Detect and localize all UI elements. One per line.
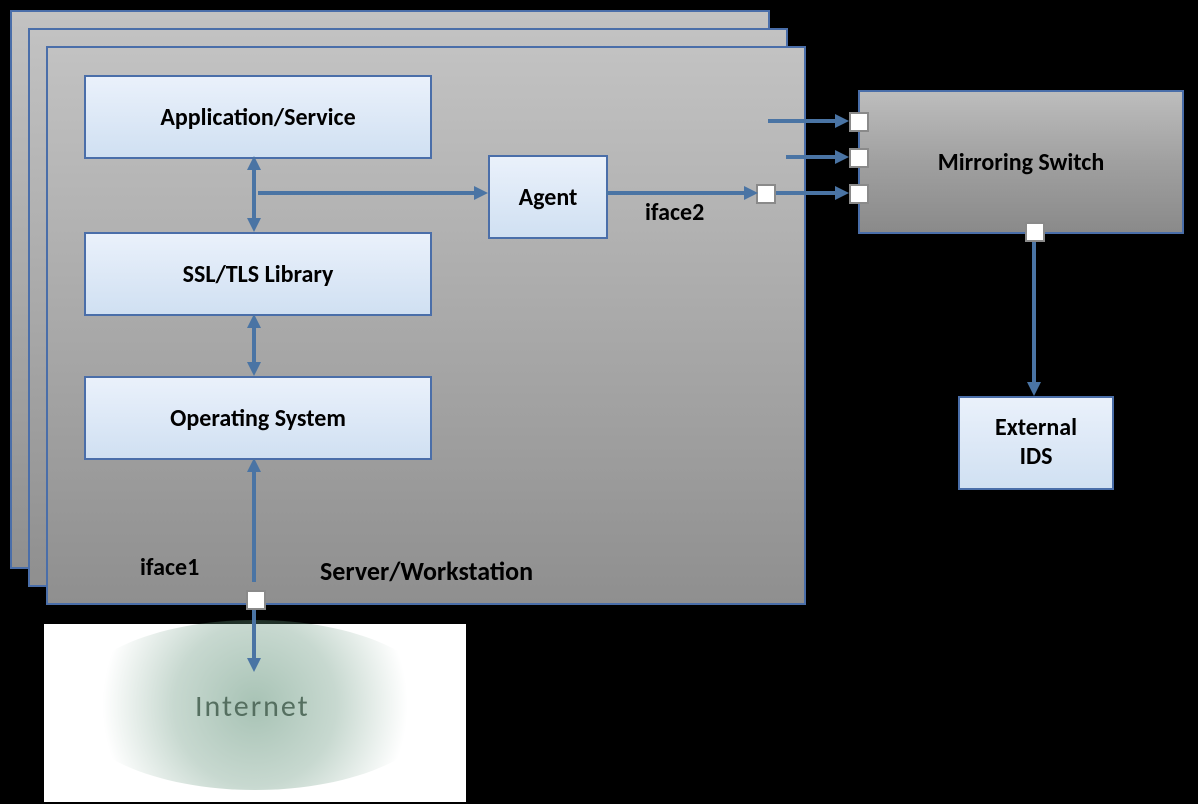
- arrow-head-cloud: [247, 658, 261, 672]
- arrow-app-ssl: [252, 168, 256, 220]
- arrow-head-agent: [474, 186, 488, 200]
- arrow-head-up-2: [247, 314, 261, 328]
- ssl-box: SSL/TLS Library: [84, 232, 432, 316]
- arrow-panel2-switch: [786, 155, 836, 159]
- server-title: Server/Workstation: [320, 555, 533, 587]
- switch-port-1: [849, 112, 869, 132]
- ssl-label: SSL/TLS Library: [183, 260, 334, 289]
- iface1-label: iface1: [140, 553, 199, 582]
- external-ids-box: External IDS: [958, 396, 1114, 490]
- arrow-head-p2: [835, 150, 849, 164]
- iface2-label: iface2: [645, 198, 704, 227]
- switch-port-2: [849, 148, 869, 168]
- mirroring-switch-box: Mirroring Switch: [858, 90, 1184, 234]
- arrow-head-ids: [1027, 382, 1041, 396]
- server-port-iface1: [246, 590, 266, 610]
- mirroring-switch-label: Mirroring Switch: [938, 148, 1104, 177]
- arrow-head-iface2: [744, 186, 758, 200]
- arrow-switch-ids: [1032, 242, 1036, 382]
- arrow-head-up-3: [247, 458, 261, 472]
- arrow-head-p3: [835, 186, 849, 200]
- arrow-ssl-os: [252, 326, 256, 364]
- arrow-to-agent: [258, 191, 474, 195]
- os-label: Operating System: [170, 404, 346, 433]
- external-ids-label: External IDS: [995, 414, 1077, 472]
- internet-label: Internet: [195, 688, 310, 725]
- agent-label: Agent: [519, 183, 578, 212]
- diagram-root: Application/Service SSL/TLS Library Oper…: [0, 0, 1198, 804]
- switch-port-3: [849, 184, 869, 204]
- arrow-head-down-2: [247, 362, 261, 376]
- agent-box: Agent: [488, 155, 608, 239]
- arrow-os-iface1: [252, 470, 256, 582]
- arrow-head-up-1: [247, 156, 261, 170]
- application-box: Application/Service: [84, 75, 432, 159]
- arrow-panel1-switch: [768, 119, 836, 123]
- switch-port-bottom: [1025, 222, 1045, 242]
- os-box: Operating System: [84, 376, 432, 460]
- arrow-agent-to-iface2: [606, 191, 746, 195]
- arrow-head-p1: [835, 114, 849, 128]
- application-label: Application/Service: [160, 103, 355, 132]
- arrow-panel3-switch: [776, 191, 836, 195]
- arrow-iface1-cloud: [252, 610, 256, 660]
- arrow-head-down-1: [247, 218, 261, 232]
- server-port-iface2: [756, 184, 776, 204]
